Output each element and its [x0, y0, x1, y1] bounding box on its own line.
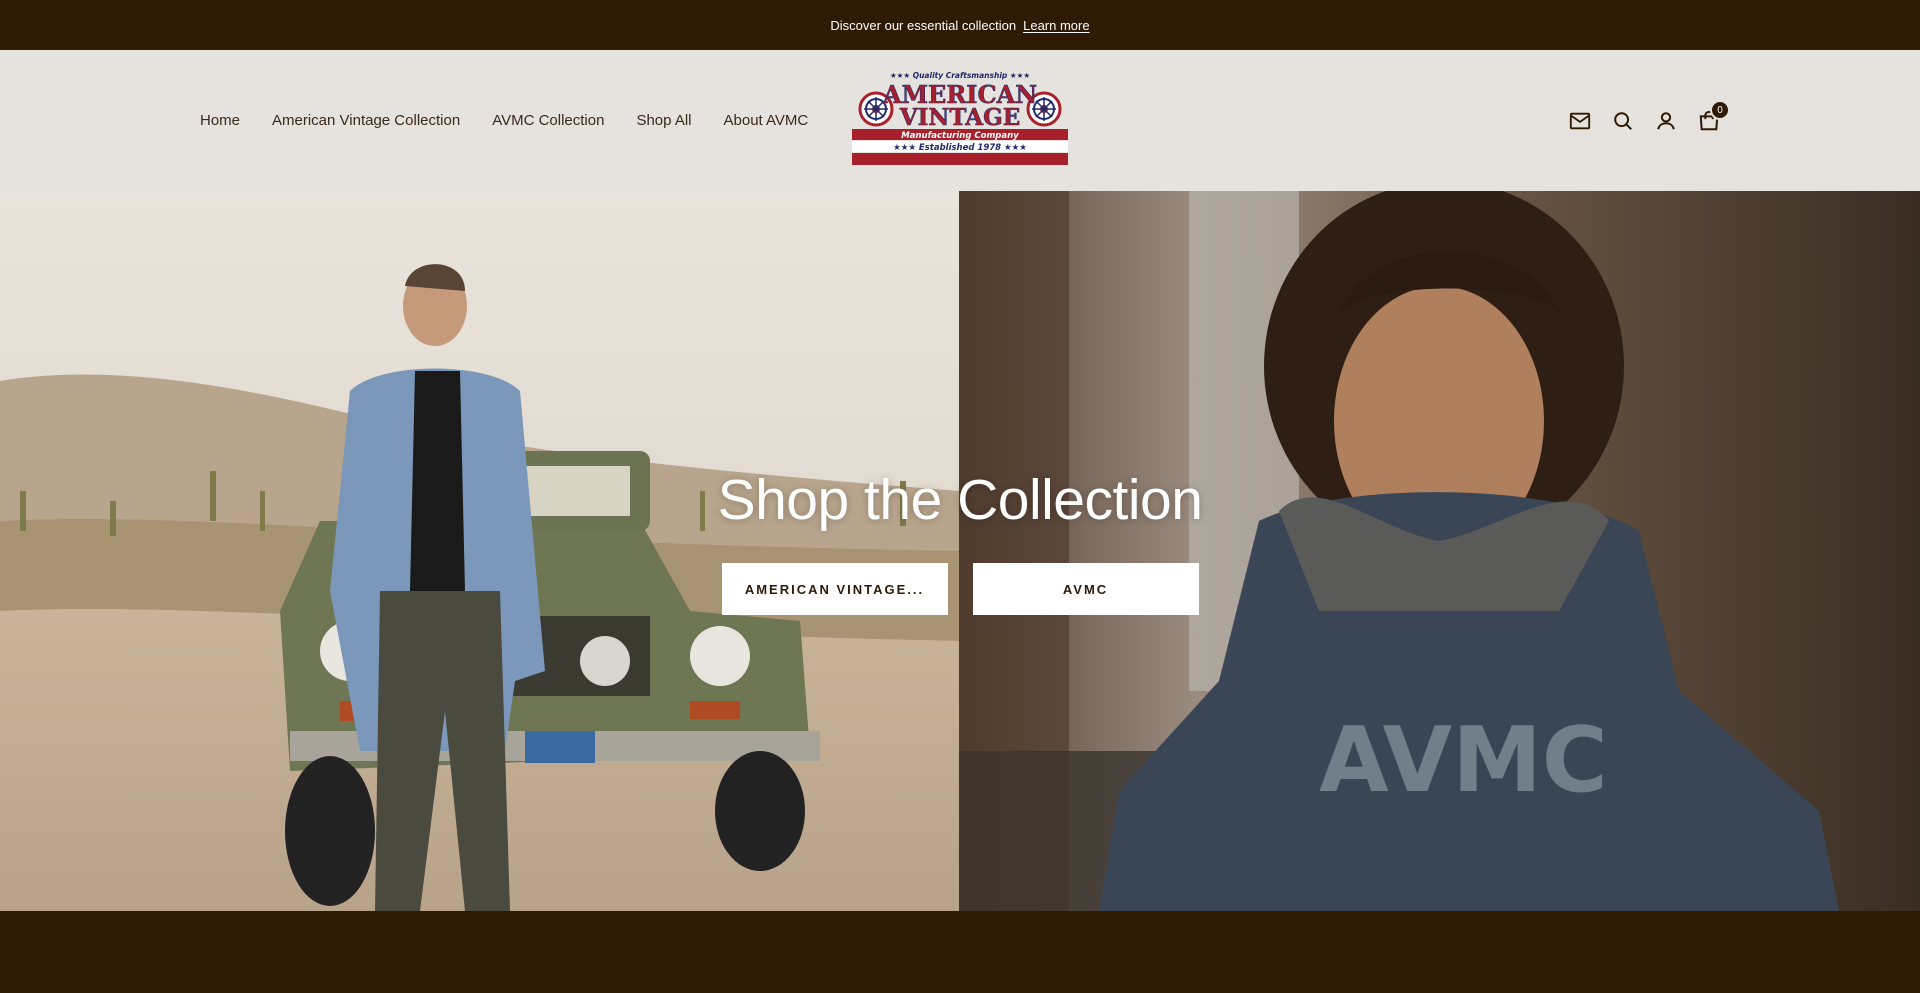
search-icon[interactable]: [1611, 109, 1634, 132]
announcement-text: Discover our essential collection: [830, 17, 1017, 33]
account-icon[interactable]: [1654, 109, 1677, 132]
hero-title: Shop the Collection: [717, 468, 1203, 532]
site-header: Home American Vintage Collection AVMC Co…: [0, 50, 1920, 191]
main-nav: Home American Vintage Collection AVMC Co…: [200, 50, 808, 191]
hero-buttons: AMERICAN VINTAGE... AVMC: [721, 563, 1199, 615]
hero-section: AVMC Shop the Collection AMERICAN VINTAG…: [0, 191, 1920, 911]
logo-band-bottom: [852, 153, 1068, 165]
logo-subtitle: Manufacturing Company: [901, 131, 1019, 141]
logo-established: ★★★ Established 1978 ★★★: [893, 143, 1027, 153]
american-vintage-button[interactable]: AMERICAN VINTAGE...: [721, 563, 948, 615]
cart-icon[interactable]: 0: [1697, 100, 1730, 132]
cart-count-badge: 0: [1710, 100, 1730, 120]
nav-item-avmc-collection[interactable]: AVMC Collection: [492, 112, 604, 129]
avmc-button[interactable]: AVMC: [972, 563, 1199, 615]
footer-band: [0, 911, 1920, 993]
announcement-bar: Discover our essential collection Learn …: [0, 0, 1920, 50]
nav-item-home[interactable]: Home: [200, 112, 240, 129]
nav-item-american-vintage-collection[interactable]: American Vintage Collection: [272, 112, 460, 129]
nav-item-shop-all[interactable]: Shop All: [636, 112, 691, 129]
mail-icon[interactable]: [1568, 109, 1591, 132]
nav-item-about-avmc[interactable]: About AVMC: [724, 112, 809, 129]
announcement-learn-more-link[interactable]: Learn more: [1023, 18, 1089, 33]
logo-word-vintage: VINTAGE: [899, 104, 1021, 131]
brand-logo[interactable]: ★★★ Quality Craftsmanship ★★★ AMERICAN V…: [852, 69, 1068, 165]
header-icons: 0: [1568, 50, 1730, 191]
logo-tagline: ★★★ Quality Craftsmanship ★★★: [890, 71, 1030, 80]
hero-content: Shop the Collection AMERICAN VINTAGE... …: [0, 191, 1920, 911]
